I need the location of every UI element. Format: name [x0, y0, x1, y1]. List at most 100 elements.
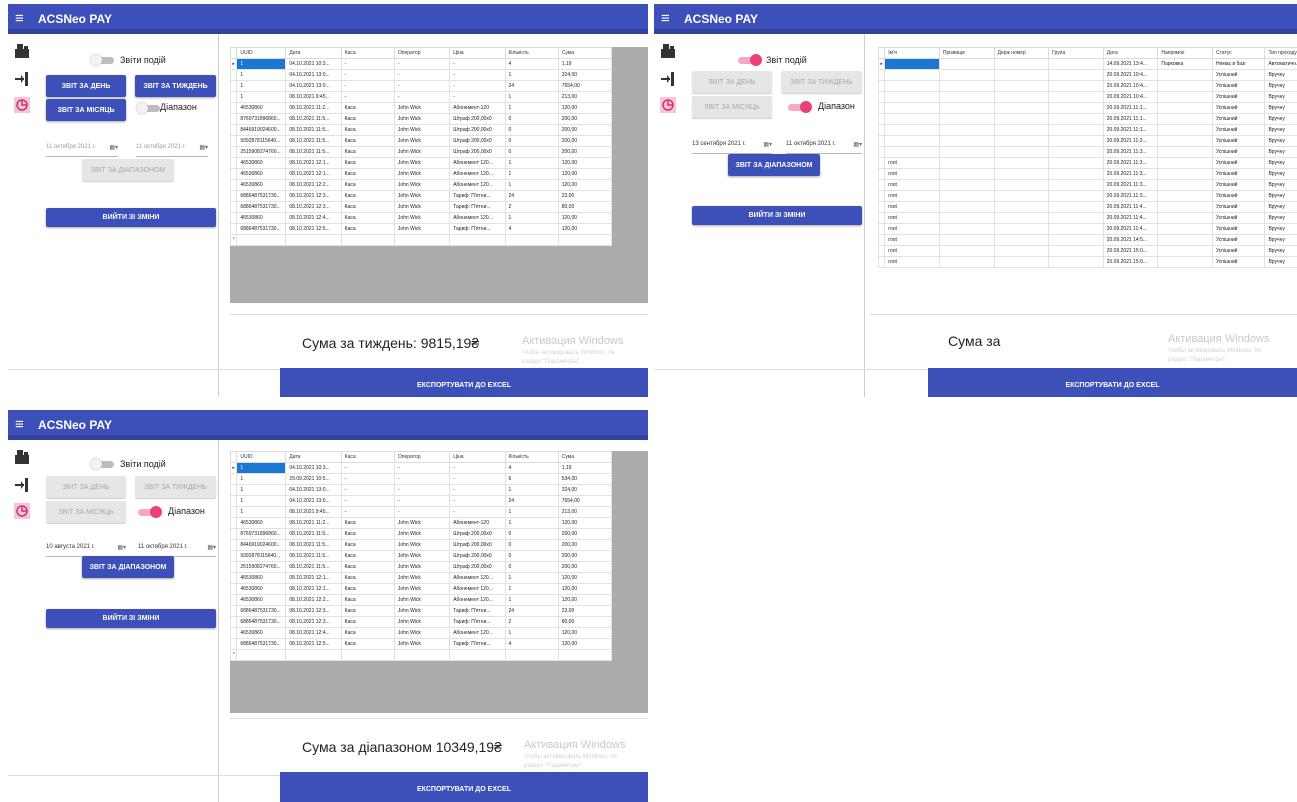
table-cell[interactable]: 120,00 [557, 212, 613, 224]
table-cell[interactable] [938, 256, 995, 268]
table-cell[interactable] [993, 223, 1050, 235]
table-cell[interactable]: 0 [504, 135, 559, 147]
table-cell[interactable]: 20.09.2021 11:3... [1102, 179, 1159, 191]
table-cell[interactable]: Штраф 200,00x0 [449, 146, 506, 158]
table-cell[interactable]: John Wick [393, 561, 451, 573]
column-header[interactable]: Держ номер [993, 47, 1050, 59]
table-cell[interactable]: Штраф 200,00x0 [449, 113, 506, 125]
table-row[interactable]: 20.09.2021 11:3... Успішний Вручну [877, 146, 1297, 158]
table-cell[interactable]: 23,00 [557, 605, 613, 617]
table-cell[interactable]: Каса [340, 616, 395, 628]
table-cell[interactable]: Парковка [1157, 58, 1213, 70]
column-header[interactable]: Каса [340, 451, 395, 463]
table-cell[interactable]: - [449, 484, 506, 496]
column-header[interactable]: Напрямок [1157, 47, 1213, 59]
report-day-button[interactable]: ЗВІТ ЗА ДЕНЬ [46, 75, 126, 97]
table-cell[interactable]: Абонемент 120... [449, 627, 506, 639]
calendar-icon[interactable]: ▦▾ [199, 144, 208, 151]
column-header[interactable]: Сума [557, 47, 613, 59]
table-cell[interactable] [938, 124, 995, 136]
menu-icon[interactable]: ≡ [15, 10, 24, 28]
table-cell[interactable]: 1 [236, 80, 287, 92]
table-cell[interactable]: Штраф 200,00x0 [449, 539, 506, 551]
table-row[interactable]: root 20.09.2021 11:4... Успішний Вручну [877, 201, 1297, 213]
table-cell[interactable]: 08.10.2021 12:5... [285, 223, 342, 235]
report-week-button[interactable]: ЗВІТ ЗА ТИЖДЕНЬ [135, 75, 216, 97]
table-cell[interactable]: 08.10.2021 11:5... [285, 135, 342, 147]
table-cell[interactable] [938, 212, 995, 224]
table-cell[interactable] [938, 146, 995, 158]
table-cell[interactable]: John Wick [393, 528, 451, 540]
range-toggle[interactable] [786, 101, 812, 113]
report-range-button[interactable]: ЗВІТ ЗА ДІАПАЗОНОМ [728, 154, 820, 176]
table-cell[interactable]: Вручну [1264, 124, 1297, 136]
table-cell[interactable] [993, 102, 1050, 114]
table-cell[interactable] [1157, 245, 1213, 257]
exit-icon[interactable] [659, 70, 677, 88]
table-cell[interactable]: Штраф 200,00x0 [449, 135, 506, 147]
table-cell[interactable]: 46530860 [236, 179, 287, 191]
table-cell[interactable]: 1 [236, 462, 287, 474]
table-cell[interactable] [938, 234, 995, 246]
report-month-button[interactable]: ЗВІТ ЗА МІСЯЦЬ [692, 96, 772, 118]
table-cell[interactable] [1157, 234, 1213, 246]
calendar-icon[interactable]: ▦▾ [117, 544, 126, 551]
table-cell[interactable]: Вручну [1264, 113, 1297, 125]
table-cell[interactable] [1157, 135, 1213, 147]
table-cell[interactable]: 0 [504, 146, 559, 158]
table-cell[interactable]: 20.09.2021 10:4... [1102, 91, 1159, 103]
table-cell[interactable]: Каса [340, 517, 395, 529]
table-cell[interactable]: 08.10.2021 12:3... [285, 190, 342, 202]
column-header[interactable]: Ціна [449, 451, 506, 463]
table-cell[interactable]: Вручну [1264, 201, 1297, 213]
table-cell[interactable]: John Wick [393, 583, 451, 595]
table-cell[interactable]: 20.09.2021 11:1... [1102, 124, 1159, 136]
column-header[interactable]: Сума [557, 451, 613, 463]
table-row[interactable]: 46530860 08.10.2021 12:4... Каса John Wick А… [229, 212, 613, 224]
table-cell[interactable]: 20.09.2021 15:0... [1102, 256, 1159, 268]
report-day-button[interactable]: ЗВІТ ЗА ДЕНЬ [46, 476, 126, 498]
table-cell[interactable]: 04.10.2021 13:0... [285, 80, 342, 92]
table-cell[interactable]: 1 [504, 572, 559, 584]
menu-icon[interactable]: ≡ [661, 10, 670, 28]
export-excel-button[interactable]: ЕКСПОРТУВАТИ ДО EXCEL [928, 368, 1297, 397]
table-cell[interactable]: 1 [504, 168, 559, 180]
table-cell[interactable]: 80,00 [557, 201, 613, 213]
column-header[interactable]: Статус [1211, 47, 1266, 59]
table-cell[interactable]: 46530860 [236, 627, 287, 639]
table-cell[interactable] [993, 58, 1050, 70]
table-cell[interactable]: 9392878115640... [236, 135, 287, 147]
table-cell[interactable]: Немає в базі [1211, 58, 1266, 70]
table-row[interactable]: root 20.09.2021 15:0... Успішний Вручну [877, 256, 1297, 268]
table-cell[interactable]: 1 [504, 594, 559, 606]
table-cell[interactable]: Каса [340, 223, 395, 235]
table-cell[interactable]: 04.10.2021 10:3... [285, 58, 342, 70]
table-cell[interactable] [1157, 201, 1213, 213]
table-row[interactable]: 1 29.09.2021 10:5... - - -6 534,00 [229, 473, 613, 485]
cash-register-icon[interactable] [13, 42, 31, 60]
table-cell[interactable] [884, 113, 940, 125]
table-cell[interactable]: - [340, 484, 395, 496]
table-cell[interactable]: - [449, 58, 506, 70]
table-row[interactable]: 46530860 08.10.2021 12:2... Каса John Wick А… [229, 179, 613, 191]
table-row[interactable]: ▸ 14.09.2021 13:4... Парковка Немає в базі А… [877, 58, 1297, 70]
table-cell[interactable]: 6886487531730... [236, 190, 287, 202]
table-cell[interactable]: Штраф 200,00x0 [449, 550, 506, 562]
table-cell[interactable]: 1 [236, 484, 287, 496]
table-row[interactable]: 1 04.10.2021 13:0... - - -24 7654,00 [229, 80, 613, 92]
table-cell[interactable] [938, 223, 995, 235]
table-cell[interactable]: 1 [504, 179, 559, 191]
table-cell[interactable]: 0 [504, 124, 559, 136]
table-cell[interactable] [1157, 146, 1213, 158]
table-cell[interactable]: Успішний [1211, 256, 1266, 268]
table-cell[interactable] [1157, 212, 1213, 224]
table-cell[interactable] [884, 135, 940, 147]
table-cell[interactable]: 0 [504, 528, 559, 540]
range-toggle[interactable] [136, 102, 162, 114]
table-cell[interactable]: John Wick [393, 550, 451, 562]
table-cell[interactable] [938, 58, 995, 70]
table-cell[interactable] [1157, 223, 1213, 235]
table-cell[interactable] [1157, 113, 1213, 125]
column-header[interactable]: Прізвище [938, 47, 995, 59]
table-row[interactable]: 6886487531730... 08.10.2021 12:3... Каса Jo… [229, 605, 613, 617]
